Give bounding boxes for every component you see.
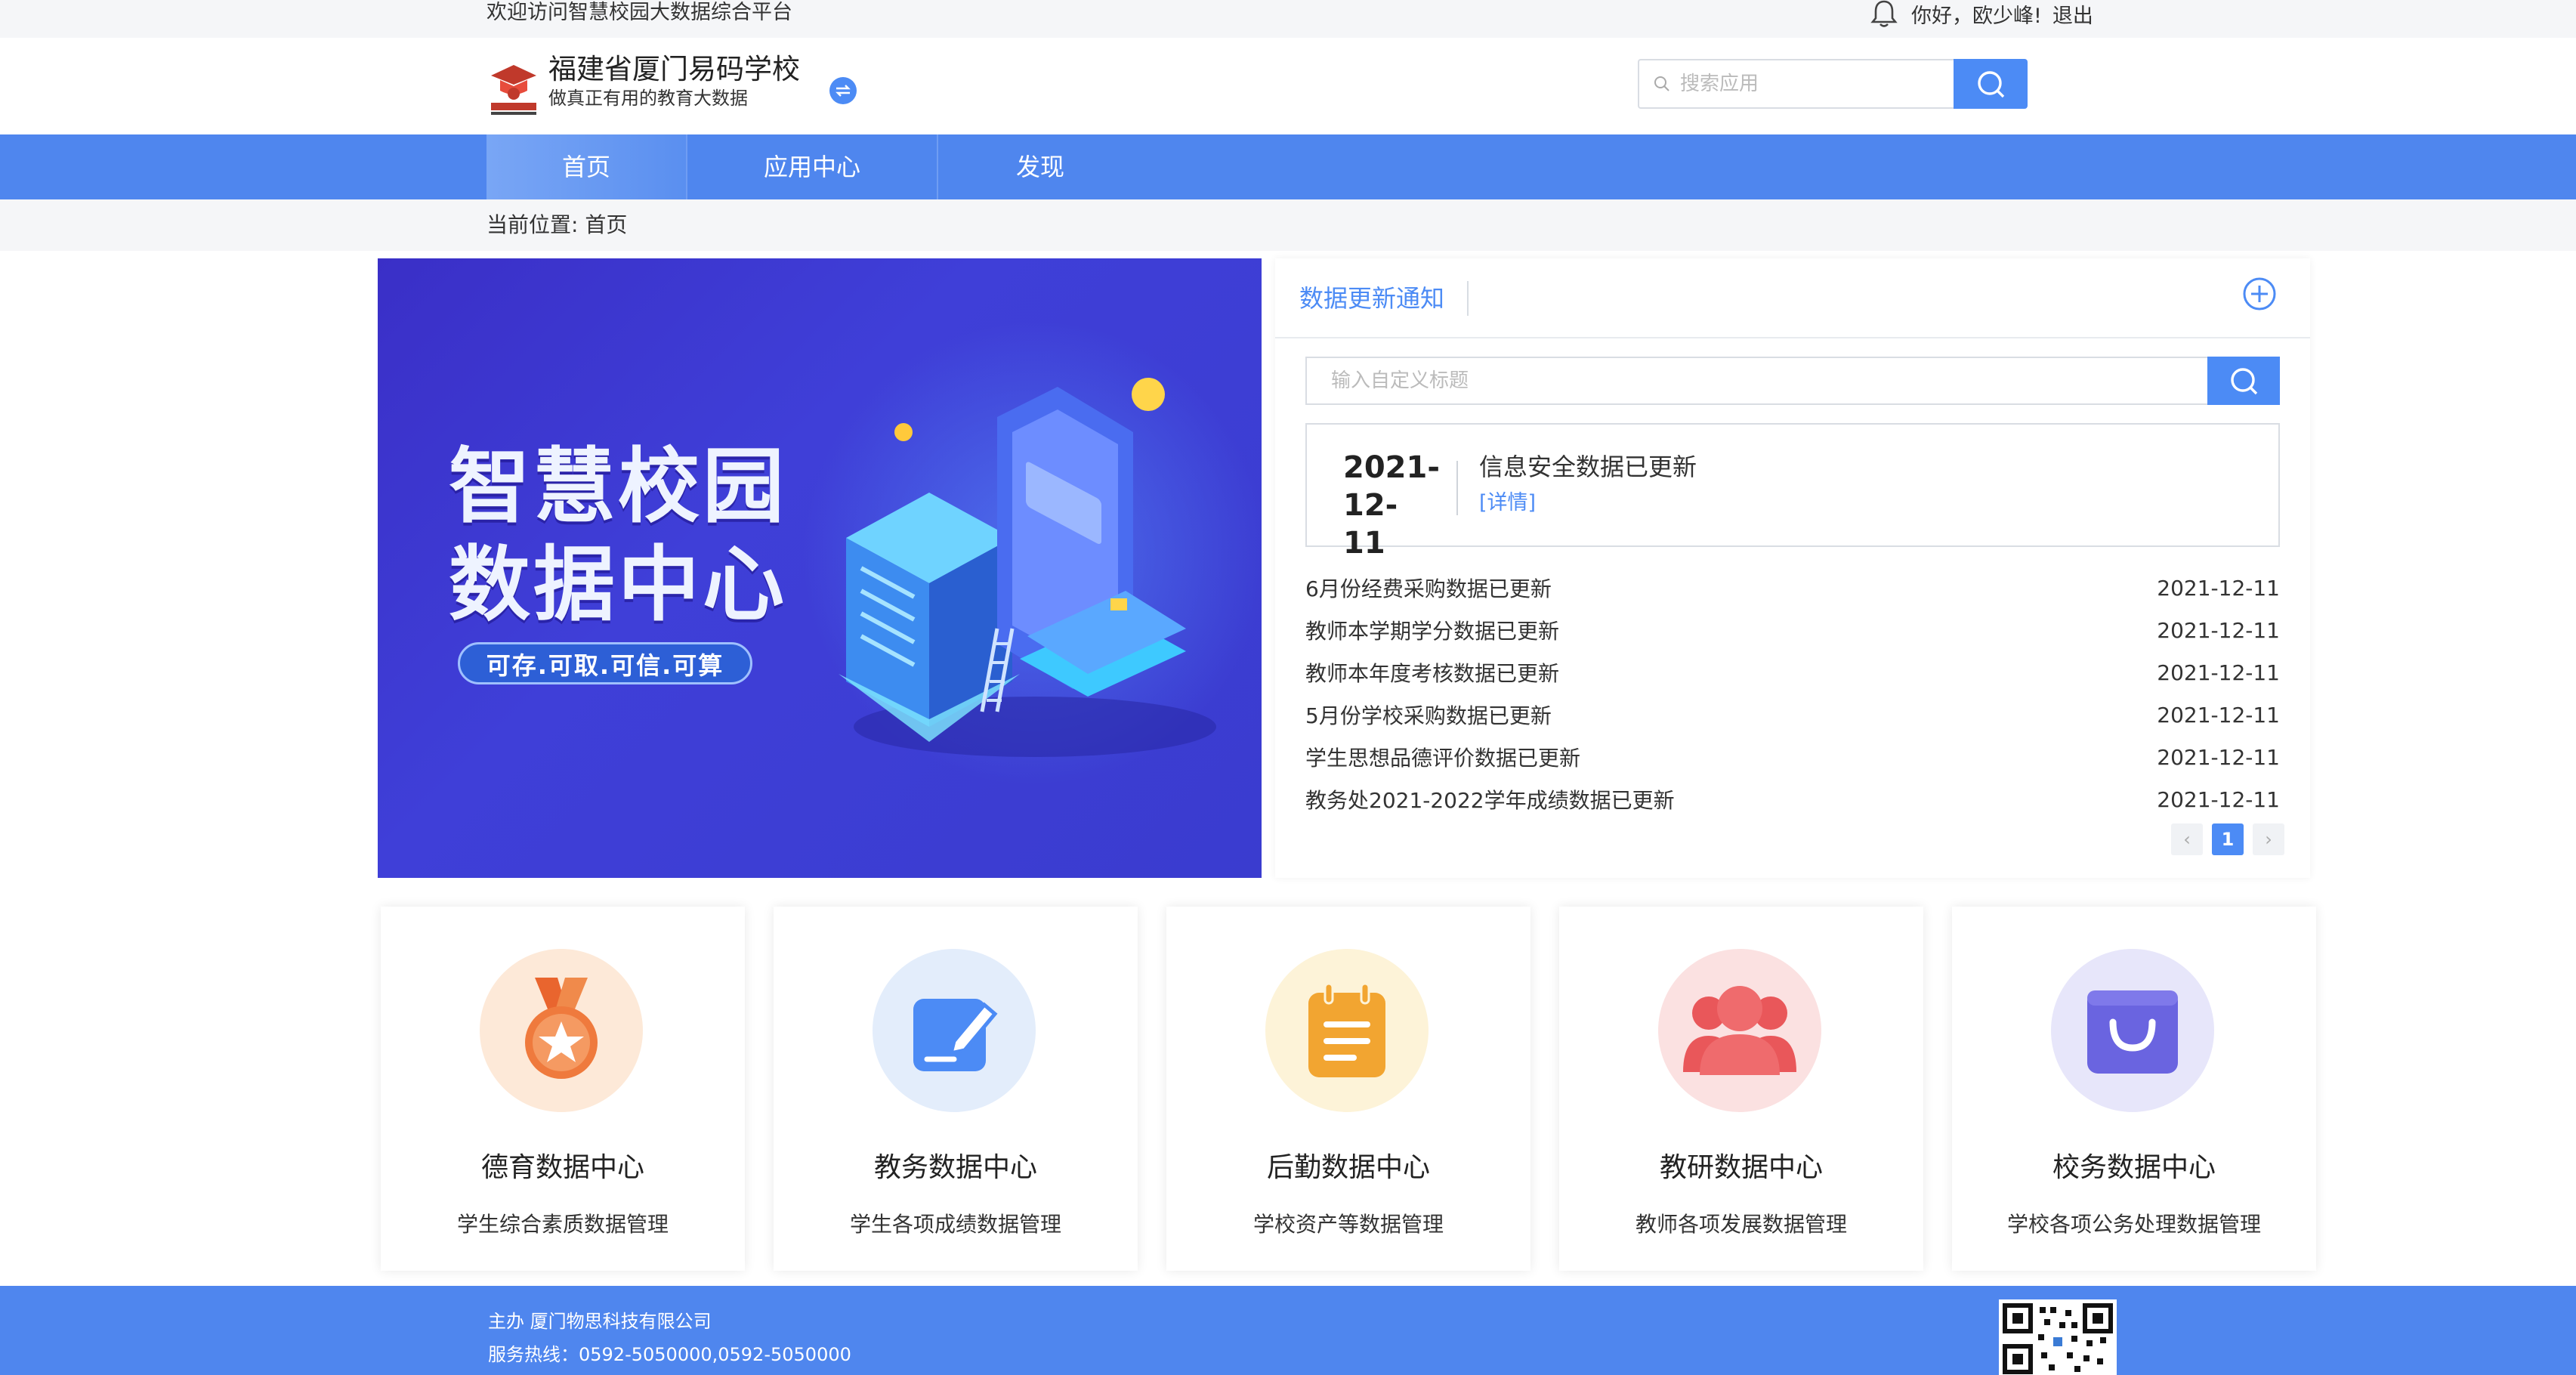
- notice-search: [1305, 357, 2280, 405]
- data-update-notice-panel: 数据更新通知 2021-12-11 信息安全数据已更新 [详情] 6月份经费采购…: [1275, 258, 2310, 878]
- footer: 主办 厦门物思科技有限公司 服务热线：0592-5050000,0592-505…: [0, 1286, 2576, 1375]
- card-moral-data-center[interactable]: 德育数据中心 学生综合素质数据管理: [381, 907, 745, 1271]
- notepad-icon: [1308, 982, 1385, 1077]
- footer-host: 主办 厦门物思科技有限公司: [488, 1311, 712, 1332]
- app-search: [1638, 59, 2028, 109]
- group-icon: [1683, 986, 1796, 1075]
- notice-list: 6月份经费采购数据已更新 2021-12-11 教师本学期学分数据已更新 202…: [1305, 567, 2280, 820]
- prev-page-button[interactable]: ‹: [2171, 823, 2203, 855]
- search-icon: [2231, 368, 2258, 395]
- edit-icon: [913, 999, 998, 1071]
- school-name: 福建省厦门易码学校: [548, 53, 800, 85]
- card-description: 学生各项成绩数据管理: [849, 1212, 1061, 1237]
- notice-header: 数据更新通知: [1275, 258, 2310, 338]
- notice-item-title: 学生思想品德评价数据已更新: [1305, 746, 1581, 771]
- featured-notice-date: 2021-12-11: [1343, 450, 1440, 561]
- list-item[interactable]: 教师本年度考核数据已更新 2021-12-11: [1305, 651, 2280, 694]
- list-item[interactable]: 教师本学期学分数据已更新 2021-12-11: [1305, 609, 2280, 651]
- top-bar: 欢迎访问智慧校园大数据综合平台 你好，欧少峰! 退出: [0, 0, 2576, 38]
- header: 福建省厦门易码学校 做真正有用的教育大数据: [0, 38, 2576, 134]
- breadcrumb: 当前位置: 首页: [0, 199, 2576, 251]
- card-title: 校务数据中心: [2052, 1152, 2216, 1183]
- hero-banner[interactable]: 智慧校园 数据中心 可存.可取.可信.可算: [378, 258, 1262, 878]
- search-icon: [1978, 71, 2005, 98]
- card-icon-circle: [1658, 949, 1821, 1112]
- featured-notice-title: 信息安全数据已更新: [1479, 453, 1697, 481]
- card-title: 教务数据中心: [873, 1152, 1037, 1183]
- notice-item-date: 2021-12-11: [2157, 617, 2280, 643]
- nav-item-discover[interactable]: 发现: [938, 134, 1142, 199]
- banner-title-line1: 智慧校园: [449, 440, 788, 534]
- bag-icon: [2087, 990, 2178, 1074]
- card-title: 教研数据中心: [1659, 1152, 1823, 1183]
- card-description: 学校各项公务处理数据管理: [2006, 1212, 2261, 1237]
- card-icon-circle: [1265, 949, 1429, 1112]
- notice-item-date: 2021-12-11: [2157, 660, 2280, 685]
- list-item[interactable]: 教务处2021-2022学年成绩数据已更新 2021-12-11: [1305, 778, 2280, 820]
- notice-item-title: 教师本年度考核数据已更新: [1305, 661, 1560, 686]
- featured-notice-detail-link[interactable]: [详情]: [1479, 490, 1536, 517]
- welcome-text: 欢迎访问智慧校园大数据综合平台: [486, 1, 792, 24]
- card-icon-circle: [2051, 949, 2214, 1112]
- app-search-box: [1638, 59, 1954, 109]
- nav-item-home[interactable]: 首页: [486, 134, 686, 199]
- breadcrumb-prefix: 当前位置:: [486, 212, 579, 237]
- app-search-button[interactable]: [1954, 59, 2028, 109]
- notice-item-title: 教师本学期学分数据已更新: [1305, 619, 1560, 644]
- notice-search-button[interactable]: [2207, 357, 2280, 405]
- featured-notice[interactable]: 2021-12-11 信息安全数据已更新 [详情]: [1305, 423, 2280, 561]
- list-item[interactable]: 5月份学校采购数据已更新 2021-12-11: [1305, 694, 2280, 736]
- notice-item-title: 6月份经费采购数据已更新: [1305, 576, 1552, 601]
- notice-search-input[interactable]: [1305, 357, 2207, 405]
- user-box: 你好，欧少峰! 退出: [1870, 0, 2093, 29]
- card-logistics-data-center[interactable]: 后勤数据中心 学校资产等数据管理: [1166, 907, 1530, 1271]
- switch-school-icon[interactable]: [829, 77, 857, 104]
- card-title: 后勤数据中心: [1266, 1152, 1430, 1183]
- add-circle-icon[interactable]: [2241, 275, 2278, 313]
- data-center-illustration: [839, 378, 1216, 757]
- notice-title: 数据更新通知: [1299, 284, 1445, 313]
- card-title: 德育数据中心: [480, 1152, 644, 1183]
- list-item[interactable]: 6月份经费采购数据已更新 2021-12-11: [1305, 567, 2280, 609]
- notice-item-date: 2021-12-11: [2157, 786, 2280, 812]
- school-logo-icon: [491, 65, 536, 115]
- nav-item-app-center[interactable]: 应用中心: [687, 134, 937, 199]
- qr-code: [1999, 1299, 2117, 1375]
- list-item[interactable]: 学生思想品德评价数据已更新 2021-12-11: [1305, 736, 2280, 778]
- card-description: 教师各项发展数据管理: [1635, 1212, 1847, 1237]
- bell-icon[interactable]: [1870, 0, 1898, 29]
- notice-item-date: 2021-12-11: [2157, 702, 2280, 728]
- banner-tagline: 可存.可取.可信.可算: [458, 642, 752, 684]
- notice-item-title: 5月份学校采购数据已更新: [1305, 703, 1552, 728]
- breadcrumb-current: 首页: [585, 212, 628, 237]
- page-number-button[interactable]: 1: [2212, 823, 2244, 855]
- card-icon-circle: [873, 949, 1036, 1112]
- notice-item-date: 2021-12-11: [2157, 575, 2280, 601]
- banner-title-line2: 数据中心: [449, 538, 788, 632]
- pagination: ‹ 1 ›: [2162, 823, 2284, 855]
- card-description: 学生综合素质数据管理: [456, 1212, 669, 1237]
- card-icon-circle: [480, 949, 643, 1112]
- logout-link[interactable]: 退出: [2052, 0, 2093, 29]
- app-search-input[interactable]: [1680, 73, 1952, 95]
- card-research-data-center[interactable]: 教研数据中心 教师各项发展数据管理: [1559, 907, 1923, 1271]
- search-icon: [1654, 76, 1669, 91]
- notice-title-divider: [1467, 281, 1469, 316]
- footer-hotline: 服务热线：0592-5050000,0592-5050000: [488, 1344, 851, 1365]
- user-greeting: 你好，欧少峰!: [1911, 4, 2042, 28]
- school-slogan: 做真正有用的教育大数据: [548, 88, 748, 109]
- main-nav: 首页 应用中心 发现: [0, 134, 2576, 199]
- card-academic-data-center[interactable]: 教务数据中心 学生各项成绩数据管理: [774, 907, 1138, 1271]
- card-affairs-data-center[interactable]: 校务数据中心 学校各项公务处理数据管理: [1952, 907, 2316, 1271]
- qr-code-icon: [2003, 1303, 2113, 1374]
- card-description: 学校资产等数据管理: [1252, 1212, 1444, 1237]
- featured-notice-divider: [1456, 461, 1458, 515]
- next-page-button[interactable]: ›: [2253, 823, 2284, 855]
- notice-item-title: 教务处2021-2022学年成绩数据已更新: [1305, 788, 1675, 813]
- medal-icon: [525, 978, 598, 1079]
- notice-item-date: 2021-12-11: [2157, 744, 2280, 770]
